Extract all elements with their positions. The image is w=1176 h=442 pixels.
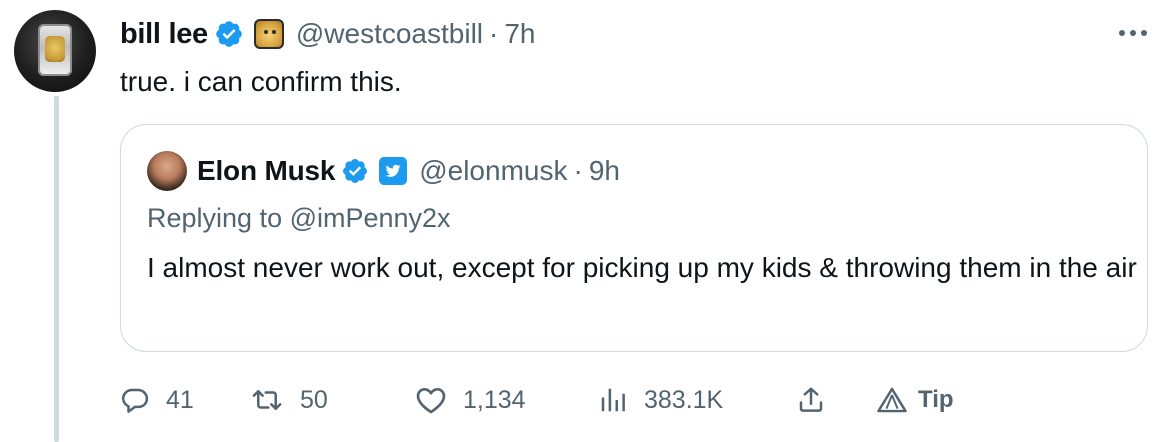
retweet-arrows-icon xyxy=(252,390,282,410)
quoted-tweet-card[interactable]: Elon Musk @elonmusk · 9h Replying to @im… xyxy=(120,124,1148,352)
author-handle[interactable]: @westcoastbill xyxy=(296,18,483,50)
views-count: 383.1K xyxy=(644,385,724,414)
author-name[interactable]: bill lee xyxy=(120,18,208,51)
retweet-button[interactable]: 50 xyxy=(250,378,328,422)
triangle-tip-icon xyxy=(877,387,907,413)
tip-button[interactable]: Tip xyxy=(876,378,954,422)
retweet-count: 50 xyxy=(300,385,328,414)
ellipsis-icon xyxy=(1119,30,1147,36)
avatar-pendant-image xyxy=(38,24,72,76)
thread-line xyxy=(54,96,59,442)
like-button[interactable]: 1,134 xyxy=(415,378,526,422)
heart-icon xyxy=(416,388,446,414)
speech-bubble-icon xyxy=(121,388,149,413)
more-options-button[interactable] xyxy=(1108,18,1158,48)
tip-label: Tip xyxy=(918,386,954,413)
verified-badge-icon[interactable] xyxy=(214,19,244,49)
author-avatar[interactable] xyxy=(14,10,96,92)
tweet-header: bill lee @westcoastbill · 7h xyxy=(120,14,536,54)
views-button[interactable]: 383.1K xyxy=(598,378,723,422)
quoted-tweet-timestamp[interactable]: 9h xyxy=(589,155,620,187)
upload-arrow-icon xyxy=(799,387,823,412)
reply-count: 41 xyxy=(166,385,194,414)
tweet-action-bar: 41 50 1,134 383.1K Tip xyxy=(120,378,1020,422)
tweet-card[interactable]: bill lee @westcoastbill · 7h true. i can… xyxy=(0,0,1176,442)
verified-badge-icon[interactable] xyxy=(341,157,369,185)
doge-affiliate-badge-icon[interactable] xyxy=(253,19,284,49)
tweet-timestamp[interactable]: 7h xyxy=(504,18,535,50)
replying-to-line: Replying to @imPenny2x xyxy=(147,203,451,233)
twitter-affiliate-badge-icon[interactable] xyxy=(379,157,408,185)
bird-icon xyxy=(385,164,401,177)
like-count: 1,134 xyxy=(463,385,526,414)
header-separator: · xyxy=(489,18,499,49)
bar-chart-icon xyxy=(601,388,625,412)
quoted-author-avatar[interactable] xyxy=(147,151,187,191)
quoted-author-handle[interactable]: @elonmusk xyxy=(419,155,567,187)
quoted-author-name[interactable]: Elon Musk xyxy=(197,155,335,187)
share-button[interactable] xyxy=(796,378,826,422)
reply-button[interactable]: 41 xyxy=(120,378,194,422)
quoted-header-separator: · xyxy=(573,155,583,186)
quoted-tweet-text: I almost never work out, except for pick… xyxy=(147,252,1137,283)
quoted-tweet-header: Elon Musk @elonmusk · 9h xyxy=(147,151,620,191)
tweet-text: true. i can confirm this. xyxy=(120,66,402,97)
